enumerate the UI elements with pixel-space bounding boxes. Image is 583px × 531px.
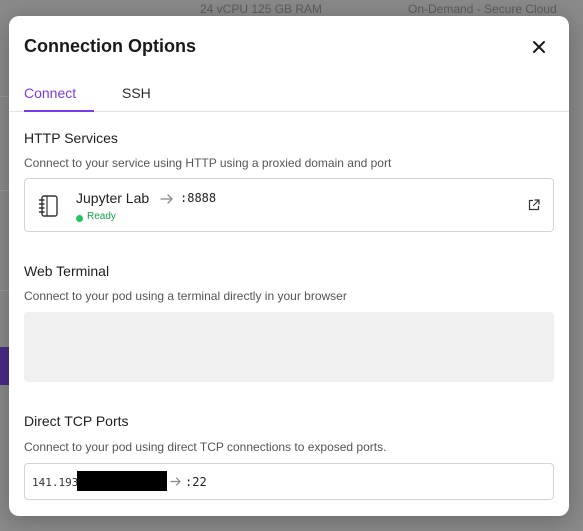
- external-link-icon[interactable]: [527, 198, 541, 212]
- tab-ssh[interactable]: SSH: [122, 85, 151, 112]
- modal-title: Connection Options: [24, 36, 196, 56]
- close-button[interactable]: [527, 35, 551, 59]
- tab-bar: Connect SSH: [9, 79, 569, 112]
- http-services-description: Connect to your service using HTTP using…: [24, 156, 392, 170]
- background-divider: [0, 96, 9, 97]
- service-port: :8888: [180, 191, 217, 205]
- tcp-ports-title: Direct TCP Ports: [24, 413, 129, 429]
- background-divider: [0, 190, 9, 191]
- background-specs-text: 24 vCPU 125 GB RAM: [200, 2, 323, 16]
- arrow-right-icon: [160, 194, 173, 204]
- jupyter-lab-service-card[interactable]: Jupyter Lab :8888 Ready: [24, 178, 554, 232]
- tcp-port: :22: [185, 475, 207, 489]
- web-terminal-panel[interactable]: [24, 312, 554, 382]
- ip-address: 141.193: [32, 476, 79, 489]
- web-terminal-title: Web Terminal: [24, 263, 110, 279]
- tcp-ports-description: Connect to your pod using direct TCP con…: [24, 440, 387, 454]
- close-icon: [533, 41, 545, 53]
- background-cloud-text: On-Demand - Secure Cloud: [408, 2, 557, 16]
- status-dot-icon: [76, 215, 83, 222]
- background-purple-button: [0, 347, 9, 385]
- web-terminal-description: Connect to your pod using a terminal dir…: [24, 289, 347, 303]
- status-badge: Ready: [87, 211, 116, 222]
- notebook-icon: [38, 195, 58, 217]
- tab-connect[interactable]: Connect: [24, 85, 94, 112]
- connection-options-modal: Connection Options Connect SSH HTTP Serv…: [9, 16, 569, 516]
- service-name: Jupyter Lab: [76, 190, 150, 206]
- background-divider: [0, 290, 9, 291]
- redacted-block: [77, 471, 167, 491]
- tcp-port-entry[interactable]: 141.193 :22: [24, 463, 554, 500]
- arrow-right-icon: [170, 477, 181, 486]
- http-services-title: HTTP Services: [24, 130, 118, 146]
